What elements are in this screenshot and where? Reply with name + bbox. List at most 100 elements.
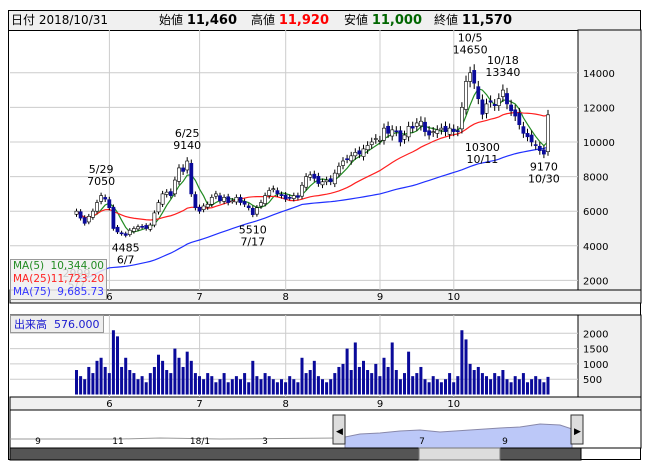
volume-bar bbox=[505, 379, 509, 395]
volume-bar bbox=[296, 382, 300, 395]
candle bbox=[226, 196, 231, 203]
candle bbox=[82, 217, 87, 224]
volume-bar bbox=[374, 363, 378, 395]
candle bbox=[173, 179, 177, 195]
volume-bar bbox=[169, 373, 173, 395]
candle bbox=[164, 191, 169, 195]
candle bbox=[246, 205, 251, 209]
candle bbox=[500, 89, 505, 97]
volume-bar bbox=[476, 366, 480, 395]
candle bbox=[509, 104, 514, 112]
candle bbox=[406, 126, 411, 138]
candle bbox=[521, 126, 526, 134]
volume-bar bbox=[485, 376, 488, 395]
candle bbox=[451, 128, 456, 132]
candle bbox=[115, 226, 120, 233]
candle bbox=[111, 206, 116, 229]
volume-bar bbox=[366, 370, 370, 395]
volume-bar bbox=[193, 373, 197, 395]
y-tick-label: 6000 bbox=[583, 207, 608, 218]
volume-bar bbox=[140, 376, 144, 395]
ma-legend: MA(5) 10,344.00 MA(25) 11,723.20 MA(75) 9,6… bbox=[10, 259, 107, 300]
volume-bar bbox=[103, 366, 107, 395]
candle bbox=[439, 127, 444, 131]
month-label: 6 bbox=[106, 399, 112, 410]
candle bbox=[123, 233, 128, 236]
candle bbox=[144, 225, 149, 229]
volume-bar bbox=[210, 376, 214, 395]
candle bbox=[505, 93, 509, 105]
volume-bar bbox=[341, 363, 345, 395]
candle bbox=[308, 174, 313, 178]
candle bbox=[95, 202, 99, 212]
candle bbox=[541, 149, 546, 155]
volume-bar bbox=[132, 373, 136, 395]
candle bbox=[488, 100, 493, 103]
volume-bar bbox=[480, 373, 484, 395]
volume-bar bbox=[349, 370, 353, 395]
annotation-price: 14650 bbox=[453, 44, 488, 57]
navigator-label: 7 bbox=[419, 437, 425, 447]
candle bbox=[193, 194, 198, 209]
volume-bar bbox=[107, 373, 111, 395]
volume-bar bbox=[407, 351, 411, 395]
volume-bar bbox=[513, 376, 517, 395]
volume-bar bbox=[448, 373, 452, 395]
y-tick-label: 4000 bbox=[583, 242, 608, 253]
candle bbox=[435, 129, 440, 134]
volume-bar bbox=[538, 379, 542, 395]
volume-bar bbox=[497, 376, 501, 395]
volume-bar bbox=[370, 373, 374, 395]
candle bbox=[533, 144, 538, 146]
candle bbox=[546, 114, 550, 152]
volume-bar bbox=[378, 376, 382, 395]
volume-legend: 出来高 576.000 bbox=[10, 315, 104, 333]
candle bbox=[242, 201, 247, 205]
candle bbox=[275, 190, 280, 195]
candle bbox=[336, 165, 341, 175]
volume-bar bbox=[398, 379, 402, 395]
candle bbox=[230, 200, 235, 203]
month-label: 8 bbox=[283, 292, 289, 303]
candle bbox=[455, 130, 460, 132]
candle bbox=[328, 178, 333, 183]
candle bbox=[341, 160, 345, 166]
volume-tick-label: 1000 bbox=[583, 360, 608, 371]
volume-tick-label: 500 bbox=[583, 375, 602, 386]
volume-bar bbox=[144, 382, 148, 395]
candle bbox=[402, 134, 407, 140]
candle bbox=[119, 232, 124, 235]
scrollbar-thumb[interactable] bbox=[418, 447, 501, 461]
volume-bar bbox=[345, 348, 349, 395]
navigator-label: 9 bbox=[502, 437, 508, 447]
candle bbox=[480, 99, 485, 115]
candle bbox=[484, 103, 489, 114]
volume-bar bbox=[337, 366, 341, 395]
volume-bar bbox=[247, 382, 251, 395]
candle bbox=[291, 195, 296, 199]
volume-bar bbox=[177, 357, 181, 395]
volume-bar bbox=[431, 376, 435, 395]
candle bbox=[271, 188, 276, 191]
volume-bar bbox=[435, 379, 439, 395]
volume-bar bbox=[509, 382, 513, 395]
annotation-price: 9140 bbox=[173, 139, 201, 152]
candle bbox=[234, 197, 239, 203]
candle bbox=[492, 104, 497, 106]
navigator-label: 11 bbox=[112, 437, 123, 447]
volume-bar bbox=[316, 376, 320, 395]
candle bbox=[201, 205, 206, 210]
volume-bar bbox=[452, 382, 456, 395]
y-tick-label: 12000 bbox=[583, 103, 615, 114]
candle bbox=[189, 163, 194, 195]
volume-bar bbox=[280, 379, 283, 395]
candle bbox=[148, 224, 153, 230]
y-tick-label: 8000 bbox=[583, 173, 608, 184]
candle bbox=[99, 195, 104, 202]
candle bbox=[464, 81, 468, 110]
candle bbox=[222, 197, 227, 202]
volume-bar bbox=[394, 370, 398, 395]
volume-bar bbox=[99, 357, 103, 395]
ma75-legend: MA(75) 9,685.73 bbox=[13, 286, 104, 298]
candle bbox=[259, 202, 263, 207]
